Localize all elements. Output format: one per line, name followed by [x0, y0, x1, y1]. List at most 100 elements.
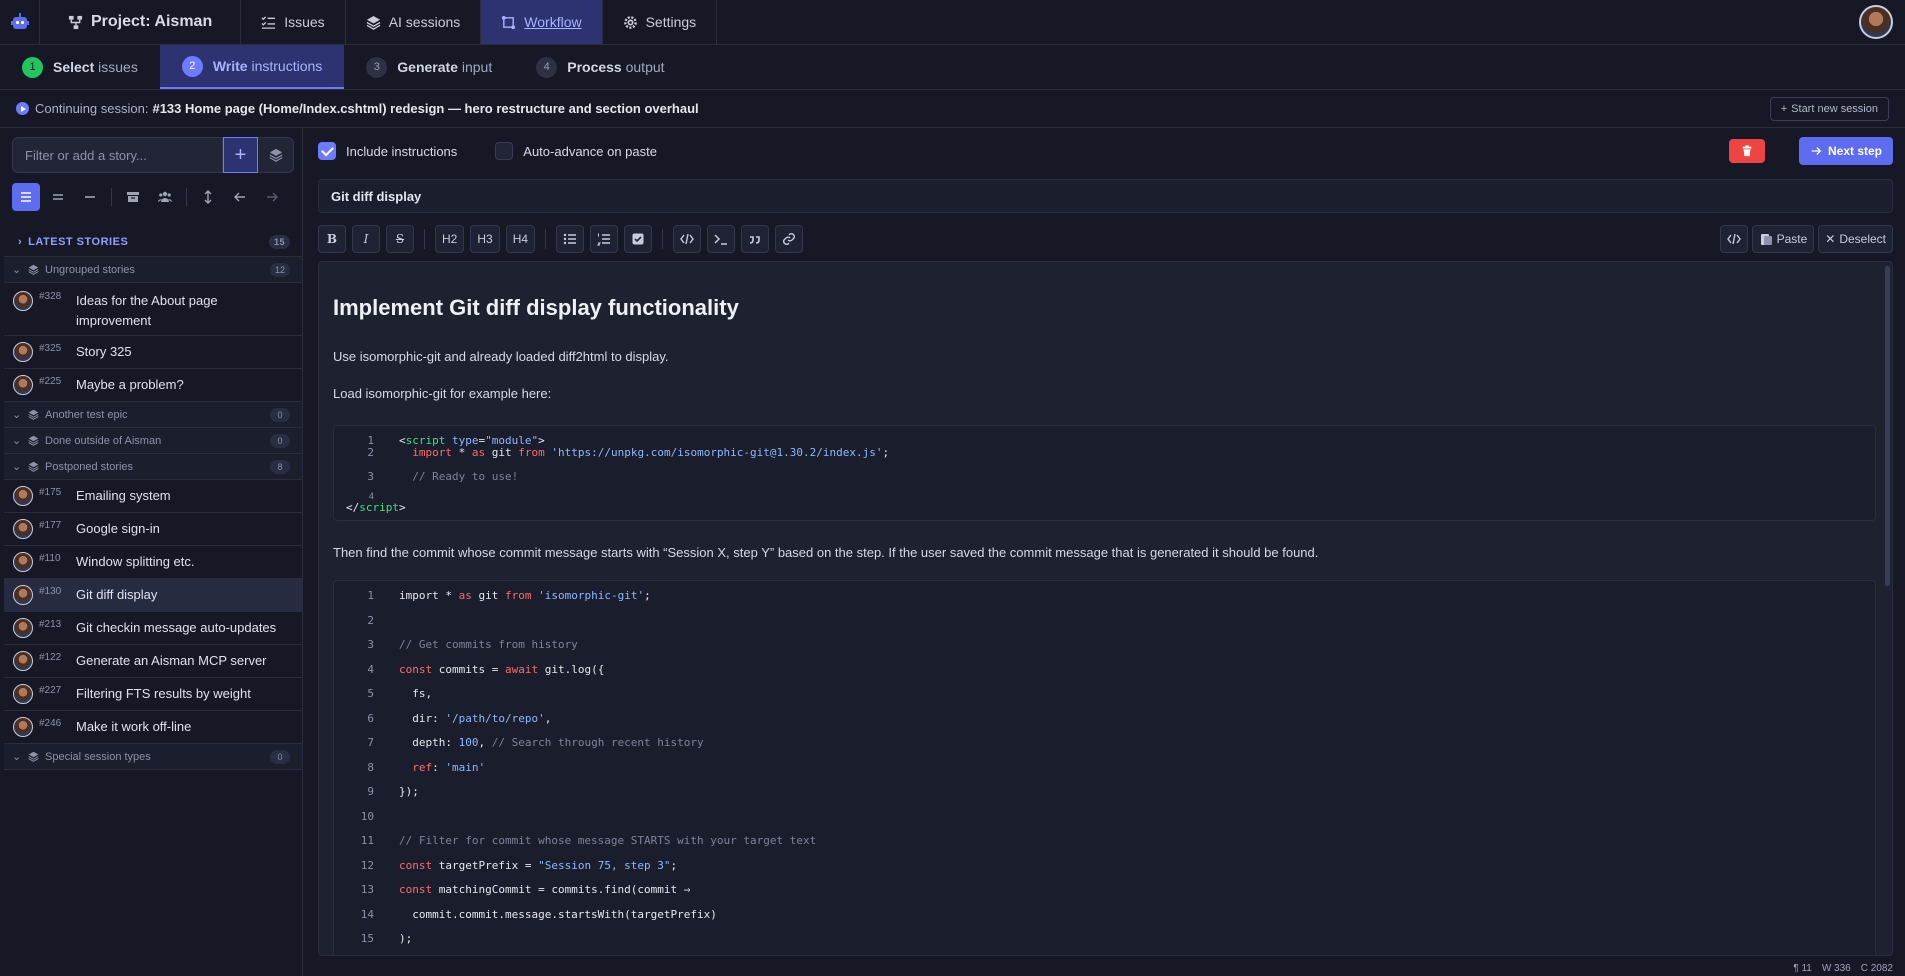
step-process-output[interactable]: 4 Process output — [514, 45, 686, 89]
step-select-issues[interactable]: 1 Select issues — [0, 45, 160, 89]
add-story-button[interactable]: + — [223, 137, 258, 173]
story-title: Git diff display — [76, 587, 158, 602]
users-button[interactable] — [151, 183, 179, 211]
italic-button[interactable]: I — [352, 225, 380, 253]
auto-advance-label[interactable]: Auto-advance on paste — [523, 144, 657, 159]
story-title: Emailing system — [76, 488, 171, 503]
view-minimal-button[interactable] — [76, 183, 104, 211]
step-label-strong: Select — [53, 59, 95, 75]
story-item[interactable]: #225 Maybe a problem? — [4, 369, 302, 402]
delete-button[interactable] — [1729, 139, 1765, 163]
archive-button[interactable] — [119, 183, 147, 211]
strikethrough-button[interactable]: S — [386, 225, 414, 253]
chevron-down-icon: ⌄ — [12, 409, 22, 421]
group-toggle-button[interactable] — [258, 137, 294, 173]
group-header-postponed[interactable]: ⌄ Postponed stories 8 — [4, 454, 302, 480]
avatar — [13, 375, 33, 395]
play-circle-icon — [16, 102, 29, 115]
italic-icon: I — [363, 232, 369, 246]
group-header-ungrouped[interactable]: ⌄ Ungrouped stories 12 — [4, 257, 302, 283]
line-number: 11 — [360, 834, 374, 847]
story-item[interactable]: #246 Make it work off-line — [4, 711, 302, 744]
story-title: Maybe a problem? — [76, 377, 184, 392]
code-icon — [1726, 233, 1741, 245]
view-list-button[interactable] — [12, 183, 40, 211]
sort-button[interactable] — [194, 183, 222, 211]
nav-settings[interactable]: Settings — [603, 0, 718, 44]
h2-button[interactable]: H2 — [435, 225, 465, 253]
story-item-selected[interactable]: #130 Git diff display — [4, 579, 302, 612]
h3-button[interactable]: H3 — [470, 225, 500, 253]
story-id: #110 — [39, 553, 61, 564]
step-generate-input[interactable]: 3 Generate input — [344, 45, 514, 89]
line-number: 3 — [367, 638, 374, 651]
view-compact-button[interactable] — [44, 183, 72, 211]
checkbox-icon — [632, 233, 644, 245]
story-title: Make it work off-line — [76, 719, 192, 734]
story-item[interactable]: #122 Generate an Aisman MCP server — [4, 645, 302, 678]
nav-workflow[interactable]: Workflow — [481, 0, 603, 44]
compact-icon — [53, 194, 63, 200]
app-logo[interactable] — [0, 0, 40, 44]
editor-toolbar: B I S H2 H3 H4 Paste ✕ Deselect — [318, 225, 1893, 253]
link-button[interactable] — [775, 225, 804, 253]
forward-button[interactable] — [258, 183, 286, 211]
story-title-input[interactable] — [318, 179, 1893, 213]
story-id: #225 — [39, 376, 62, 387]
deselect-button[interactable]: ✕ Deselect — [1818, 225, 1893, 253]
count-badge: 8 — [270, 459, 290, 474]
avatar — [13, 291, 33, 311]
step-write-instructions[interactable]: 2 Write instructions — [159, 45, 345, 89]
user-avatar[interactable] — [1859, 5, 1893, 39]
story-item[interactable]: #227 Filtering FTS results by weight — [4, 678, 302, 711]
project-title[interactable]: Project: Aisman — [40, 0, 242, 44]
project-tree-icon — [68, 15, 83, 29]
latest-stories-header[interactable]: › LATEST STORIES 15 — [4, 228, 302, 257]
code-button[interactable] — [673, 225, 702, 253]
doc-paragraph: Use isomorphic-git and already loaded di… — [333, 349, 669, 364]
count-badge: 0 — [270, 749, 290, 764]
quote-icon — [749, 236, 760, 244]
bullet-list-button[interactable] — [556, 225, 585, 253]
nav-workflow-label: Workflow — [524, 14, 582, 30]
group-header-another-test-epic[interactable]: ⌄ Another test epic 0 — [4, 402, 302, 428]
story-item[interactable]: #328 Ideas for the About page improvemen… — [4, 283, 302, 336]
avatar — [13, 342, 33, 362]
next-step-button[interactable]: Next step — [1799, 137, 1893, 165]
auto-advance-checkbox[interactable] — [495, 142, 514, 160]
options-row: Include instructions Auto-advance on pas… — [318, 142, 685, 160]
include-instructions-checkbox[interactable] — [318, 142, 336, 160]
line-number: 6 — [367, 712, 374, 725]
rich-text-editor[interactable]: Implement Git diff display functionality… — [318, 261, 1893, 956]
story-item[interactable]: #110 Window splitting etc. — [4, 546, 302, 579]
story-item[interactable]: #175 Emailing system — [4, 480, 302, 513]
story-item[interactable]: #213 Git checkin message auto-updates — [4, 612, 302, 645]
group-header-done-outside[interactable]: ⌄ Done outside of Aisman 0 — [4, 428, 302, 454]
story-id: #227 — [39, 685, 62, 696]
quote-button[interactable] — [741, 225, 770, 253]
start-new-session-button[interactable]: + Start new session — [1769, 97, 1889, 121]
scrollbar-thumb[interactable] — [1885, 266, 1890, 586]
doc-heading: Implement Git diff display functionality — [333, 295, 739, 320]
code-line: </script> — [346, 501, 406, 514]
h4-button[interactable]: H4 — [505, 225, 536, 253]
back-button[interactable] — [226, 183, 254, 211]
ordered-list-button[interactable] — [590, 225, 619, 253]
bold-button[interactable]: B — [318, 225, 346, 253]
group-header-special-session-types[interactable]: ⌄ Special session types 0 — [4, 744, 302, 770]
story-item[interactable]: #325 Story 325 — [4, 336, 302, 369]
next-step-label: Next step — [1827, 144, 1883, 158]
paste-button[interactable]: Paste — [1751, 225, 1815, 253]
terminal-button[interactable] — [707, 225, 736, 253]
divider — [545, 229, 547, 249]
editor-status-bar: ¶ 11 W 336 C 2082 — [1793, 963, 1893, 974]
story-title: Filtering FTS results by weight — [76, 686, 251, 701]
story-filter-input[interactable] — [12, 137, 223, 173]
include-instructions-label[interactable]: Include instructions — [346, 144, 457, 159]
task-list-button[interactable] — [624, 225, 653, 253]
step-number: 4 — [536, 56, 558, 78]
nav-issues[interactable]: Issues — [241, 0, 346, 44]
source-view-button[interactable] — [1719, 225, 1748, 253]
nav-ai-sessions[interactable]: AI sessions — [346, 0, 482, 44]
story-item[interactable]: #177 Google sign-in — [4, 513, 302, 546]
